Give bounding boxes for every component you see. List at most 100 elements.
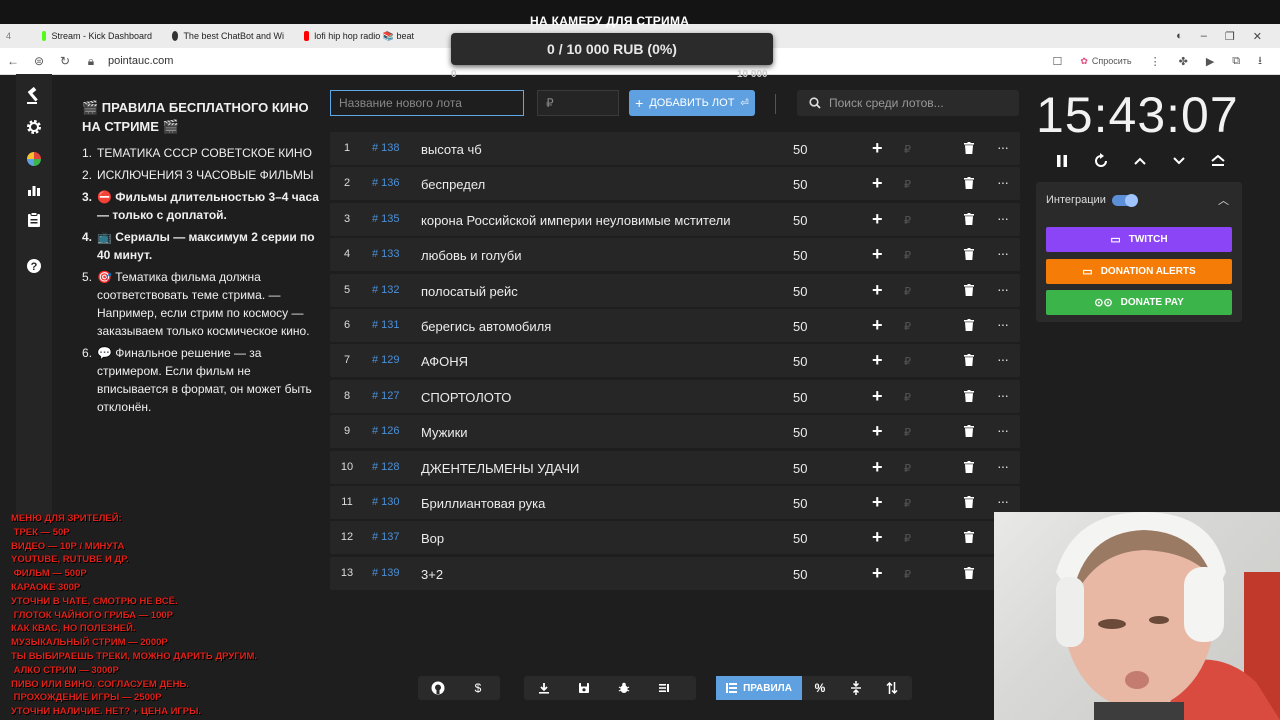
lot-name[interactable]: беспредел [421, 167, 485, 203]
delete-lot-icon[interactable] [964, 425, 974, 440]
profile-icon[interactable]: ◐ [1176, 30, 1183, 43]
tab-count[interactable]: 4 [0, 24, 32, 48]
lot-name[interactable]: Бриллиантовая рука [421, 486, 545, 522]
add-bid-button[interactable]: + [872, 344, 883, 377]
add-bid-button[interactable]: + [872, 274, 883, 307]
auction-gavel-icon[interactable] [16, 84, 52, 108]
lot-amount[interactable]: 50 [793, 167, 807, 203]
lot-amount[interactable]: 50 [793, 380, 807, 416]
add-bid-button[interactable]: + [872, 557, 883, 590]
lot-id-link[interactable]: # 127 [372, 380, 400, 413]
lot-name[interactable]: высота чб [421, 132, 482, 168]
lot-id-link[interactable]: # 131 [372, 309, 400, 342]
lot-amount[interactable]: 50 [793, 521, 807, 557]
more-options-icon[interactable]: ··· [997, 203, 1009, 233]
url-field[interactable]: pointauc.com [108, 55, 173, 67]
more-options-icon[interactable]: ··· [997, 167, 1009, 197]
ask-button[interactable]: ✿ Спросить [1080, 56, 1131, 67]
lot-amount[interactable]: 50 [793, 486, 807, 522]
statistics-chart-icon[interactable] [16, 178, 52, 202]
add-lot-button[interactable]: + ДОБАВИТЬ ЛОТ ⏎ [629, 90, 755, 116]
back-icon[interactable]: ← [0, 54, 26, 68]
close-icon[interactable]: ✕ [1253, 30, 1262, 43]
lot-amount[interactable]: 50 [793, 309, 807, 345]
lot-amount[interactable]: 50 [793, 451, 807, 487]
add-bid-button[interactable]: + [872, 486, 883, 519]
add-bid-button[interactable]: + [872, 415, 883, 448]
delete-lot-icon[interactable] [964, 142, 974, 157]
lot-id-link[interactable]: # 130 [372, 486, 400, 519]
add-bid-button[interactable]: + [872, 238, 883, 271]
compress-button[interactable] [838, 676, 874, 700]
lot-id-link[interactable]: # 132 [372, 274, 400, 307]
delete-lot-icon[interactable] [964, 495, 974, 511]
collections-icon[interactable]: ⧉ [1232, 55, 1240, 68]
lot-id-link[interactable]: # 138 [372, 132, 400, 165]
add-bid-button[interactable]: + [872, 203, 883, 236]
add-bid-button[interactable]: + [872, 380, 883, 413]
history-clipboard-icon[interactable] [16, 208, 52, 232]
lot-search-field[interactable]: Поиск среди лотов... [797, 90, 1019, 116]
more-options-icon[interactable]: ··· [997, 451, 1009, 481]
lot-amount[interactable]: 50 [793, 557, 807, 593]
lot-amount[interactable]: 50 [793, 203, 807, 239]
reset-timer-button[interactable] [1090, 150, 1112, 172]
github-button[interactable] [418, 676, 458, 700]
donate-pay-button[interactable]: ⊙⊙ DONATE PAY [1046, 290, 1232, 315]
lot-id-link[interactable]: # 133 [372, 238, 400, 271]
add-bid-button[interactable]: + [872, 309, 883, 342]
add-bid-button[interactable]: + [872, 132, 883, 165]
lot-amount[interactable]: 50 [793, 132, 807, 168]
settings-gear-icon[interactable] [16, 115, 52, 139]
add-bid-button[interactable]: + [872, 451, 883, 484]
delete-lot-icon[interactable] [964, 318, 974, 334]
new-lot-amount-input[interactable] [537, 90, 619, 116]
site-info-icon[interactable]: ⊜ [26, 54, 52, 68]
donation-alerts-button[interactable]: ▭ DONATION ALERTS [1046, 259, 1232, 284]
double-time-button[interactable] [1207, 150, 1229, 172]
lot-name[interactable]: Вор [421, 521, 444, 557]
more-menu-icon[interactable]: ⋮ [1150, 55, 1161, 68]
add-time-button[interactable] [1129, 150, 1151, 172]
extensions-icon[interactable]: ✤ [1179, 55, 1188, 68]
lot-name[interactable]: корона Российской империи неуловимые мст… [421, 203, 731, 239]
lot-id-link[interactable]: # 139 [372, 557, 400, 590]
lot-amount[interactable]: 50 [793, 344, 807, 380]
lot-amount[interactable]: 50 [793, 415, 807, 451]
delete-lot-icon[interactable] [964, 566, 974, 582]
more-options-icon[interactable]: ··· [997, 274, 1009, 304]
pause-button[interactable] [1051, 150, 1073, 172]
bug-report-button[interactable] [604, 676, 644, 700]
lot-id-link[interactable]: # 137 [372, 521, 400, 554]
lot-name[interactable]: полосатый рейс [421, 274, 518, 310]
lot-name[interactable]: Мужики [421, 415, 468, 451]
lot-id-link[interactable]: # 126 [372, 415, 400, 448]
lot-name[interactable]: 3+2 [421, 557, 443, 593]
lot-id-link[interactable]: # 135 [372, 203, 400, 236]
reload-icon[interactable]: ↻ [52, 54, 78, 68]
delete-lot-icon[interactable] [964, 248, 974, 263]
more-options-icon[interactable]: ··· [997, 380, 1009, 410]
lot-amount[interactable]: 50 [793, 238, 807, 274]
download-icon[interactable]: ⭳ [1258, 52, 1262, 71]
more-options-icon[interactable]: ··· [997, 132, 1009, 162]
sort-button[interactable] [874, 676, 910, 700]
archive-list-button[interactable] [644, 676, 684, 700]
bookmark-icon[interactable]: ☐ [1052, 55, 1062, 68]
add-bid-button[interactable]: + [872, 521, 883, 554]
rules-toggle-button[interactable]: ПРАВИЛА [716, 676, 802, 700]
lot-id-link[interactable]: # 128 [372, 451, 400, 484]
subtract-time-button[interactable] [1168, 150, 1190, 172]
collapse-icon[interactable]: ︿ [1218, 192, 1229, 208]
more-options-icon[interactable]: ··· [997, 344, 1009, 374]
tab-kick-dashboard[interactable]: Stream - Kick Dashboard [32, 24, 162, 48]
delete-lot-icon[interactable] [964, 460, 974, 476]
lot-name[interactable]: АФОНЯ [421, 344, 468, 380]
restore-icon[interactable]: ❐ [1225, 30, 1235, 43]
percent-button[interactable]: % [802, 676, 838, 700]
new-lot-name-input[interactable] [330, 90, 524, 116]
donate-dollar-button[interactable]: $ [458, 676, 498, 700]
delete-lot-icon[interactable] [964, 212, 974, 228]
lot-id-link[interactable]: # 129 [372, 344, 400, 377]
more-options-icon[interactable]: ··· [997, 309, 1009, 339]
